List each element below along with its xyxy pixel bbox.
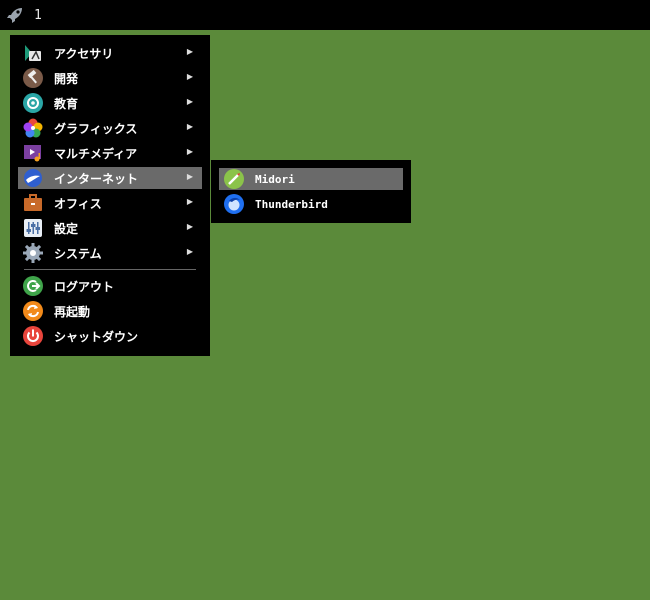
- submenu-item-label: Thunderbird: [255, 197, 328, 211]
- menu-item-restart[interactable]: 再起動: [18, 300, 202, 322]
- submenu-arrow-icon: ▶: [186, 97, 193, 106]
- multimedia-icon: [22, 142, 44, 164]
- power-icon: [22, 325, 44, 347]
- submenu-item-label: Midori: [255, 172, 295, 186]
- menu-item-internet[interactable]: インターネット ▶: [18, 167, 202, 189]
- submenu-arrow-icon: ▶: [186, 247, 193, 256]
- office-icon: [22, 192, 44, 214]
- menu-item-label: 再起動: [54, 304, 91, 319]
- menu-item-shutdown[interactable]: シャットダウン: [18, 325, 202, 347]
- top-panel: 1: [0, 0, 650, 30]
- menu-item-label: マルチメディア: [54, 146, 138, 161]
- restart-icon: [22, 300, 44, 322]
- submenu-arrow-icon: ▶: [186, 122, 193, 131]
- submenu-arrow-icon: ▶: [186, 222, 193, 231]
- education-icon: [22, 92, 44, 114]
- menu-item-label: 開発: [54, 71, 79, 86]
- workspace-indicator[interactable]: 1: [34, 8, 42, 23]
- submenu-arrow-icon: ▶: [186, 47, 193, 56]
- menu-item-multimedia[interactable]: マルチメディア ▶: [18, 142, 202, 164]
- menu-item-logout[interactable]: ログアウト: [18, 275, 202, 297]
- application-menu: アクセサリ ▶ 開発 ▶ 教育 ▶ グラフィックス ▶ マルチメディア ▶ イン…: [10, 35, 210, 356]
- menu-item-label: ログアウト: [54, 279, 115, 294]
- midori-icon: [223, 168, 245, 190]
- thunderbird-icon: [223, 193, 245, 215]
- menu-item-development[interactable]: 開発 ▶: [18, 67, 202, 89]
- internet-icon: [22, 167, 44, 189]
- menu-item-label: シャットダウン: [54, 329, 139, 344]
- internet-submenu: Midori Thunderbird: [211, 160, 411, 223]
- submenu-item-thunderbird[interactable]: Thunderbird: [219, 193, 403, 215]
- menu-item-label: グラフィックス: [54, 121, 138, 136]
- submenu-arrow-icon: ▶: [186, 72, 193, 81]
- settings-icon: [22, 217, 44, 239]
- submenu-arrow-icon: ▶: [186, 172, 193, 181]
- menu-item-label: システム: [54, 246, 102, 261]
- accessories-icon: [22, 42, 44, 64]
- logout-icon: [22, 275, 44, 297]
- submenu-arrow-icon: ▶: [186, 147, 193, 156]
- submenu-item-midori[interactable]: Midori: [219, 168, 403, 190]
- menu-item-label: 設定: [54, 221, 79, 236]
- menu-item-label: アクセサリ: [54, 46, 114, 61]
- graphics-icon: [22, 117, 44, 139]
- menu-item-label: インターネット: [54, 171, 139, 186]
- menu-item-accessories[interactable]: アクセサリ ▶: [18, 42, 202, 64]
- menu-item-label: オフィス: [54, 196, 102, 211]
- menu-item-office[interactable]: オフィス ▶: [18, 192, 202, 214]
- system-gear-icon: [22, 242, 44, 264]
- menu-item-settings[interactable]: 設定 ▶: [18, 217, 202, 239]
- menu-item-education[interactable]: 教育 ▶: [18, 92, 202, 114]
- rocket-icon[interactable]: [6, 6, 24, 24]
- menu-separator: [24, 269, 196, 270]
- menu-item-graphics[interactable]: グラフィックス ▶: [18, 117, 202, 139]
- hammer-icon: [22, 67, 44, 89]
- submenu-arrow-icon: ▶: [186, 197, 193, 206]
- menu-item-system[interactable]: システム ▶: [18, 242, 202, 264]
- menu-item-label: 教育: [54, 96, 79, 111]
